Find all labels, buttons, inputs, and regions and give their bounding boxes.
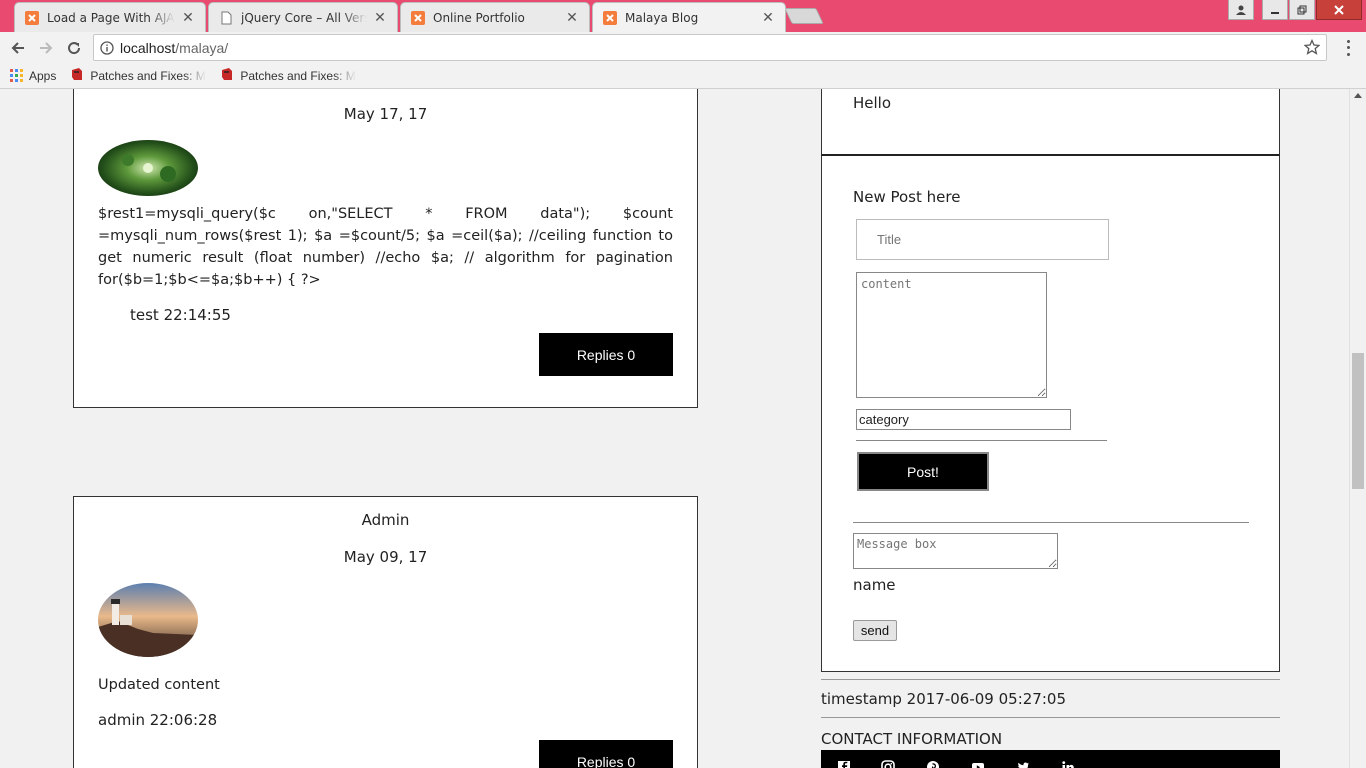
tab-close-icon[interactable]: ✕ xyxy=(373,10,387,26)
post-button[interactable]: Post! xyxy=(857,452,989,491)
message-box[interactable] xyxy=(853,533,1058,569)
info-icon[interactable] xyxy=(94,40,120,55)
page-scrollbar[interactable] xyxy=(1349,89,1366,768)
bookmark-patches-2[interactable]: Patches and Fixes: Me xyxy=(220,67,356,84)
document-icon xyxy=(219,11,233,25)
back-arrow-icon[interactable] xyxy=(7,37,29,59)
bookmark-apps[interactable]: Apps xyxy=(10,69,56,83)
minimize-icon[interactable] xyxy=(1262,0,1288,20)
url-path: /malaya/ xyxy=(175,39,229,56)
tab-ajax[interactable]: Load a Page With AJAX a ✕ xyxy=(14,2,206,32)
address-bar[interactable]: localhost/malaya/ xyxy=(93,34,1327,61)
new-post-heading: New Post here xyxy=(853,188,961,206)
tab-jquery[interactable]: jQuery Core – All Version ✕ xyxy=(208,2,398,32)
tab-malaya-blog[interactable]: Malaya Blog ✕ xyxy=(592,2,786,32)
tab-title: Online Portfolio xyxy=(433,10,525,25)
replies-button[interactable]: Replies 0 xyxy=(539,333,673,376)
patch-icon xyxy=(70,67,84,84)
patch-icon xyxy=(220,67,234,84)
forward-arrow-icon[interactable] xyxy=(35,37,57,59)
bookmark-patches-1[interactable]: Patches and Fixes: Me xyxy=(70,67,206,84)
xampp-icon xyxy=(603,11,617,25)
greeting-text: Hello xyxy=(853,94,892,112)
divider xyxy=(821,679,1280,680)
post-card: May 17, 17 $rest1=mysqli_query($c on,"SE… xyxy=(73,89,698,408)
replies-button[interactable]: Replies 0 xyxy=(539,740,673,768)
browser-toolbar: localhost/malaya/ xyxy=(0,32,1366,63)
post-thumbnail xyxy=(98,583,198,657)
tab-strip: Load a Page With AJAX a ✕ jQuery Core – … xyxy=(0,0,1366,32)
tab-close-icon[interactable]: ✕ xyxy=(761,10,775,26)
tab-close-icon[interactable]: ✕ xyxy=(565,10,579,26)
divider xyxy=(821,717,1280,718)
post-date: May 17, 17 xyxy=(343,105,428,123)
page-viewport: May 17, 17 $rest1=mysqli_query($c on,"SE… xyxy=(0,89,1349,768)
divider xyxy=(856,440,1107,441)
tab-title: Malaya Blog xyxy=(625,11,699,25)
linkedin-icon[interactable] xyxy=(1061,760,1075,768)
post-body: Updated content xyxy=(98,677,220,693)
forest-image xyxy=(98,140,198,196)
bookmark-label: Patches and Fixes: Me xyxy=(240,68,357,83)
instagram-icon[interactable] xyxy=(881,760,895,768)
xampp-icon xyxy=(25,10,39,25)
social-bar xyxy=(821,750,1280,768)
divider xyxy=(853,522,1249,523)
xampp-icon xyxy=(411,10,425,25)
facebook-icon[interactable] xyxy=(837,760,851,768)
restore-icon[interactable] xyxy=(1289,0,1315,20)
send-button[interactable]: send xyxy=(853,620,897,641)
youtube-icon[interactable] xyxy=(971,760,985,768)
category-input[interactable] xyxy=(856,409,1071,430)
post-meta: test 22:14:55 xyxy=(130,306,231,324)
url-host: localhost xyxy=(120,39,176,56)
new-tab-button[interactable] xyxy=(784,8,824,24)
post-body: $rest1=mysqli_query($c on,"SELECT * FROM… xyxy=(98,206,673,288)
post-meta: admin 22:06:28 xyxy=(98,711,218,729)
url-text: localhost/malaya/ xyxy=(120,40,228,56)
bookmark-label: Apps xyxy=(29,68,57,83)
post-date: May 09, 17 xyxy=(343,548,428,566)
greeting-panel: Hello xyxy=(821,89,1280,156)
scroll-up-arrow-icon[interactable] xyxy=(1354,93,1362,98)
apps-grid-icon xyxy=(10,69,23,82)
post-card: Admin May 09, 17 Updated content admin 2… xyxy=(73,496,698,768)
close-window-icon[interactable] xyxy=(1316,0,1362,20)
new-post-panel: New Post here Post! name send xyxy=(821,156,1280,672)
tab-close-icon[interactable]: ✕ xyxy=(181,10,195,26)
reload-icon[interactable] xyxy=(63,37,85,59)
tab-portfolio[interactable]: Online Portfolio ✕ xyxy=(400,2,590,32)
title-input[interactable] xyxy=(856,219,1109,260)
content-textarea[interactable] xyxy=(856,272,1047,398)
tab-title: Load a Page With AJAX a xyxy=(47,10,175,25)
profile-icon[interactable] xyxy=(1228,0,1254,20)
lighthouse-image xyxy=(98,583,198,657)
bookmarks-bar: Apps Patches and Fixes: Me Patches and F… xyxy=(0,63,1366,89)
post-thumbnail xyxy=(98,140,198,196)
bookmark-label: Patches and Fixes: Me xyxy=(90,68,207,83)
pinterest-icon[interactable] xyxy=(926,760,940,768)
tab-title: jQuery Core – All Version xyxy=(241,10,367,25)
post-author: Admin xyxy=(361,511,410,529)
contact-heading: CONTACT INFORMATION xyxy=(821,730,1003,748)
twitter-icon[interactable] xyxy=(1016,760,1030,768)
bookmark-star-icon[interactable] xyxy=(1303,38,1321,59)
scrollbar-thumb[interactable] xyxy=(1352,353,1364,489)
name-label: name xyxy=(853,576,896,594)
timestamp-text: timestamp 2017-06-09 05:27:05 xyxy=(821,690,1066,708)
menu-dots-icon[interactable] xyxy=(1340,38,1356,58)
